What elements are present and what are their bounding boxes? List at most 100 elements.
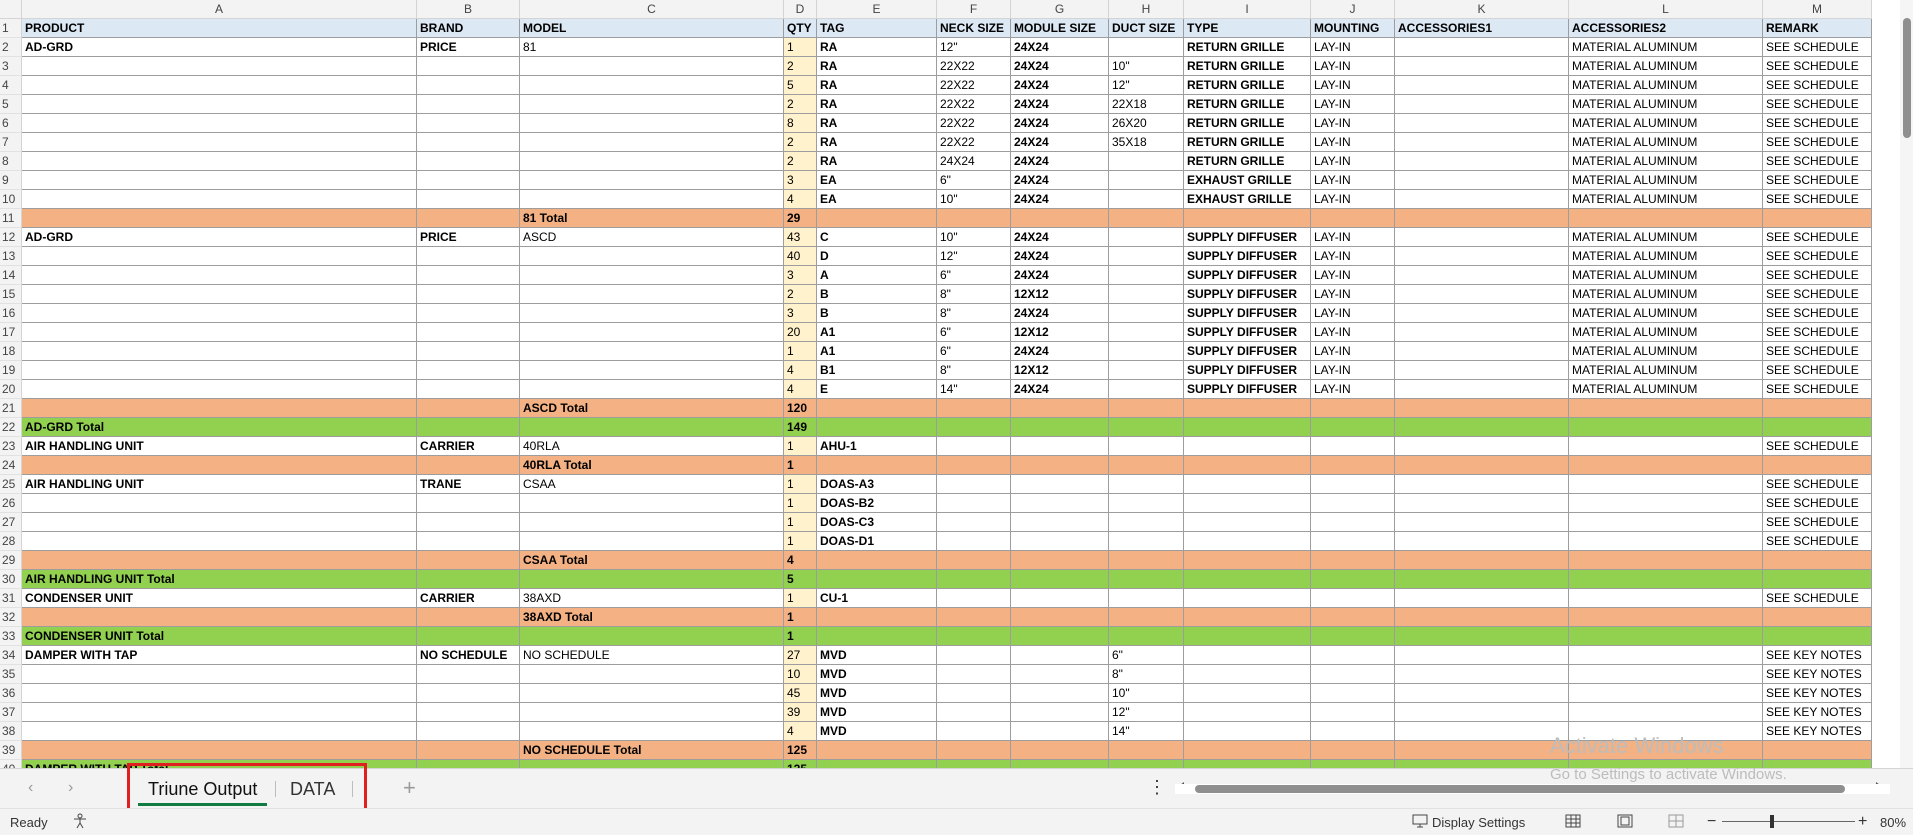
table-cell[interactable] <box>1109 760 1184 768</box>
table-cell[interactable] <box>1395 171 1569 190</box>
zoom-out-button[interactable]: − <box>1707 813 1716 831</box>
row-header[interactable]: 7 <box>0 133 22 152</box>
table-cell[interactable]: 12" <box>937 247 1011 266</box>
table-cell[interactable] <box>1011 589 1109 608</box>
zoom-slider-thumb[interactable] <box>1770 815 1774 828</box>
table-cell[interactable]: 12" <box>937 38 1011 57</box>
table-cell[interactable] <box>1011 551 1109 570</box>
row-header[interactable]: 6 <box>0 114 22 133</box>
table-cell[interactable]: 10" <box>937 190 1011 209</box>
table-cell[interactable] <box>1395 190 1569 209</box>
table-cell[interactable]: 8 <box>784 114 817 133</box>
table-cell[interactable]: LAY-IN <box>1311 361 1395 380</box>
table-cell[interactable] <box>937 741 1011 760</box>
table-cell[interactable] <box>417 95 520 114</box>
table-cell[interactable]: 14" <box>1109 722 1184 741</box>
table-cell[interactable] <box>1395 532 1569 551</box>
table-cell[interactable] <box>1109 304 1184 323</box>
table-cell[interactable] <box>1395 741 1569 760</box>
table-cell[interactable] <box>1184 684 1311 703</box>
table-cell[interactable]: DAMPER WITH TAP <box>22 646 417 665</box>
table-cell[interactable]: 5 <box>784 570 817 589</box>
table-cell[interactable] <box>1011 684 1109 703</box>
table-cell[interactable]: MATERIAL ALUMINUM <box>1569 76 1763 95</box>
table-cell[interactable]: SEE SCHEDULE <box>1763 304 1872 323</box>
zoom-slider[interactable] <box>1722 821 1855 822</box>
table-cell[interactable] <box>937 494 1011 513</box>
table-cell[interactable]: 1 <box>784 513 817 532</box>
table-cell[interactable] <box>22 323 417 342</box>
table-cell[interactable] <box>937 532 1011 551</box>
table-cell[interactable] <box>22 608 417 627</box>
table-cell[interactable] <box>1109 266 1184 285</box>
table-cell[interactable] <box>1184 589 1311 608</box>
table-cell[interactable] <box>417 760 520 768</box>
table-cell[interactable]: SEE SCHEDULE <box>1763 76 1872 95</box>
row-header[interactable]: 18 <box>0 342 22 361</box>
table-cell[interactable]: RETURN GRILLE <box>1184 95 1311 114</box>
table-cell[interactable] <box>22 209 417 228</box>
column-header-m[interactable]: M <box>1763 0 1872 19</box>
table-cell[interactable] <box>1763 608 1872 627</box>
display-settings-button[interactable]: Display Settings <box>1432 815 1525 830</box>
table-cell[interactable] <box>937 437 1011 456</box>
table-cell[interactable]: 125 <box>784 760 817 768</box>
select-all-corner[interactable] <box>0 0 22 19</box>
table-cell[interactable] <box>1395 722 1569 741</box>
table-cell[interactable]: SEE SCHEDULE <box>1763 133 1872 152</box>
table-cell[interactable] <box>937 551 1011 570</box>
table-cell[interactable]: 22X22 <box>937 133 1011 152</box>
table-cell[interactable] <box>1395 304 1569 323</box>
column-header-l[interactable]: L <box>1569 0 1763 19</box>
table-cell[interactable]: E <box>817 380 937 399</box>
table-cell[interactable] <box>22 551 417 570</box>
row-header[interactable]: 15 <box>0 285 22 304</box>
table-cell[interactable] <box>1184 646 1311 665</box>
table-cell[interactable] <box>22 703 417 722</box>
table-cell[interactable] <box>417 114 520 133</box>
table-cell[interactable] <box>1395 627 1569 646</box>
table-cell[interactable]: 4 <box>784 722 817 741</box>
row-header[interactable]: 36 <box>0 684 22 703</box>
table-cell[interactable]: LAY-IN <box>1311 133 1395 152</box>
spreadsheet-grid[interactable]: A B C D E F G H I J K L M 1 PRODUCT BRAND MODEL QTY TAG NEC… <box>0 0 1900 768</box>
table-cell[interactable] <box>1395 152 1569 171</box>
table-cell[interactable] <box>1311 760 1395 768</box>
row-header[interactable]: 3 <box>0 57 22 76</box>
table-cell[interactable] <box>1109 228 1184 247</box>
table-cell[interactable]: 2 <box>784 285 817 304</box>
table-cell[interactable] <box>1184 418 1311 437</box>
table-cell[interactable] <box>1109 323 1184 342</box>
table-cell[interactable] <box>937 399 1011 418</box>
table-cell[interactable]: SEE SCHEDULE <box>1763 475 1872 494</box>
table-cell[interactable] <box>937 646 1011 665</box>
table-cell[interactable] <box>520 266 784 285</box>
column-header-a[interactable]: A <box>22 0 417 19</box>
row-header[interactable]: 12 <box>0 228 22 247</box>
table-cell[interactable] <box>22 342 417 361</box>
table-cell[interactable]: 1 <box>784 589 817 608</box>
table-cell[interactable]: 40 <box>784 247 817 266</box>
table-cell[interactable] <box>1395 266 1569 285</box>
table-cell[interactable] <box>22 171 417 190</box>
table-cell[interactable] <box>417 494 520 513</box>
table-cell[interactable]: 3 <box>784 304 817 323</box>
table-cell[interactable] <box>1311 703 1395 722</box>
column-header-e[interactable]: E <box>817 0 937 19</box>
table-cell[interactable] <box>22 247 417 266</box>
table-cell[interactable]: 1 <box>784 38 817 57</box>
table-cell[interactable] <box>417 285 520 304</box>
table-cell[interactable] <box>1109 570 1184 589</box>
table-cell[interactable] <box>1311 608 1395 627</box>
table-cell[interactable]: 26X20 <box>1109 114 1184 133</box>
table-cell[interactable] <box>520 418 784 437</box>
table-cell[interactable] <box>1109 152 1184 171</box>
table-cell[interactable] <box>817 760 937 768</box>
table-cell[interactable] <box>1311 437 1395 456</box>
table-cell[interactable] <box>1109 209 1184 228</box>
table-cell[interactable] <box>520 57 784 76</box>
table-cell[interactable] <box>817 570 937 589</box>
table-cell[interactable]: 40RLA <box>520 437 784 456</box>
table-cell[interactable]: MATERIAL ALUMINUM <box>1569 152 1763 171</box>
table-cell[interactable]: NO SCHEDULE Total <box>520 741 784 760</box>
